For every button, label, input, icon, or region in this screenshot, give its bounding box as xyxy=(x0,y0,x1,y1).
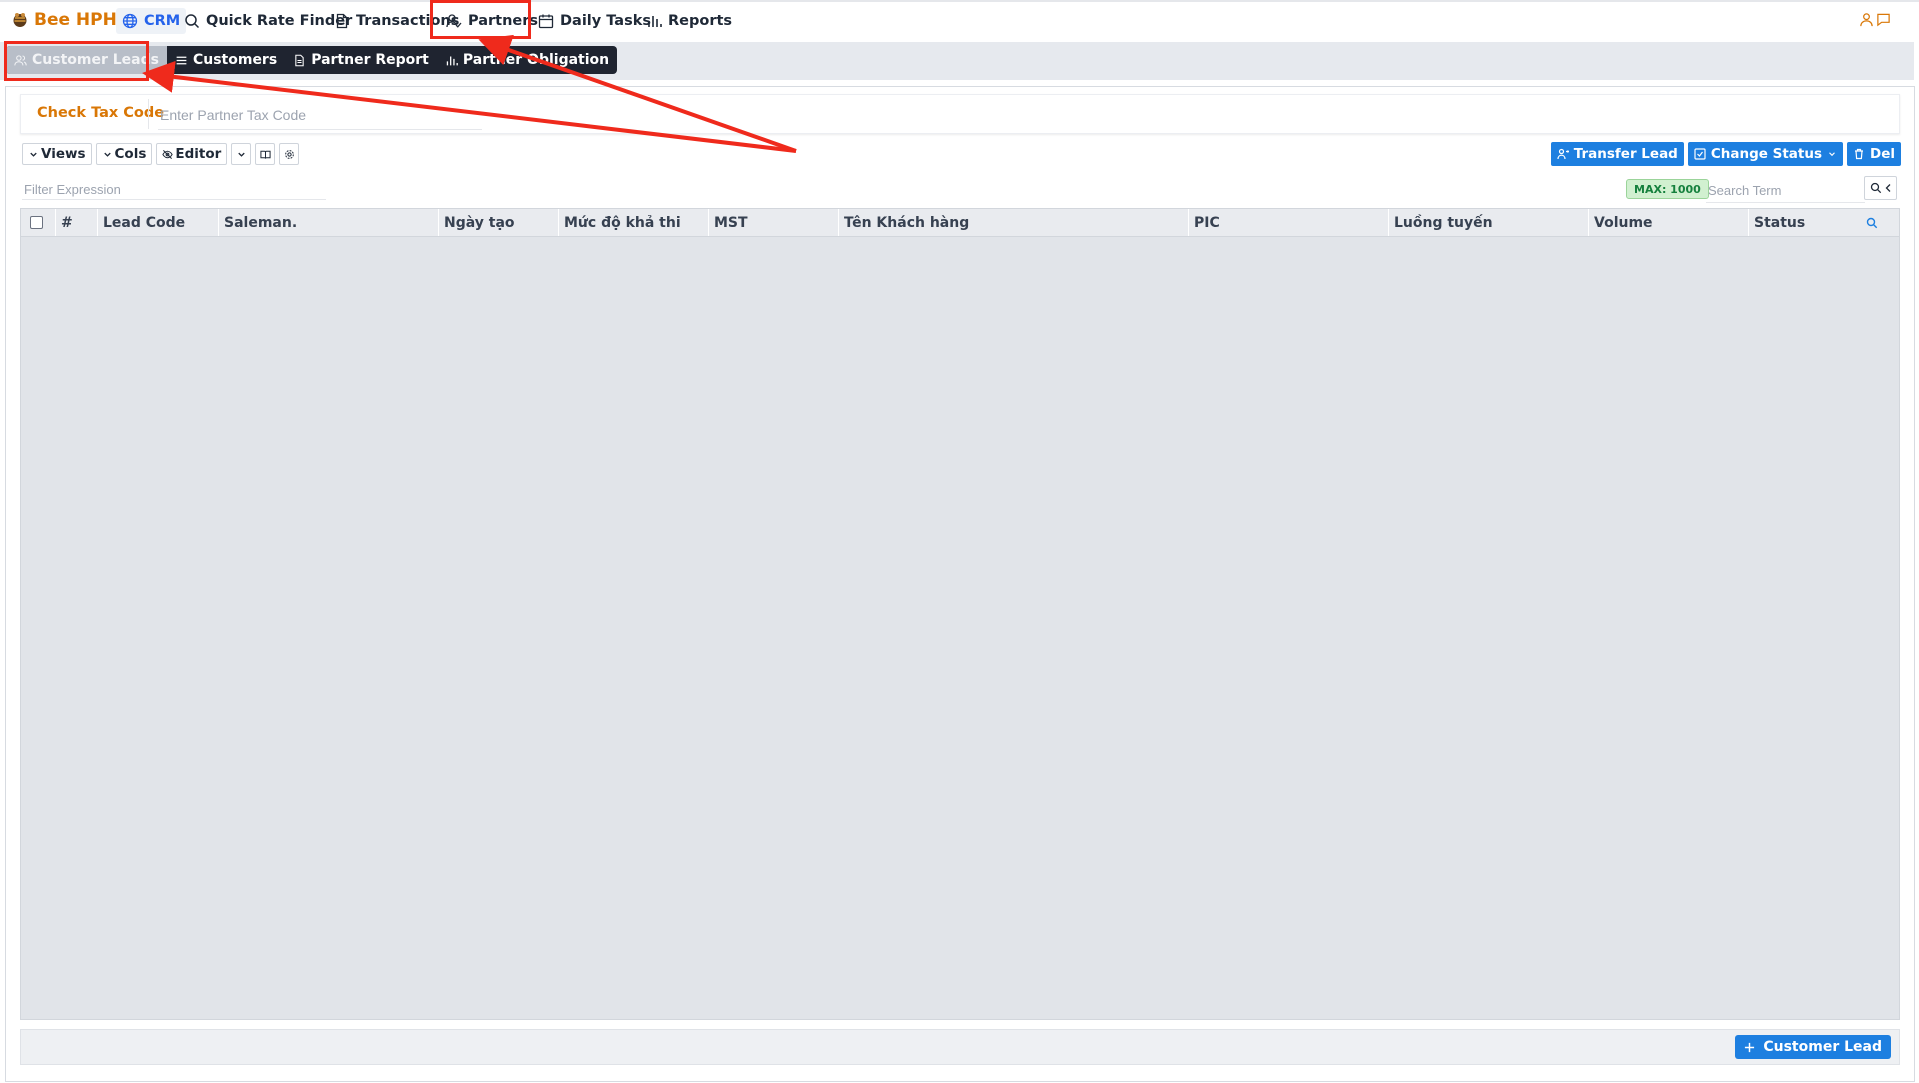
chevron-down-icon xyxy=(1829,152,1835,157)
change-status-button[interactable]: Change Status xyxy=(1687,142,1843,166)
chevron-down-icon xyxy=(238,152,245,157)
tab-customer-leads-label: Customer Leads xyxy=(32,52,159,68)
search-term-input[interactable] xyxy=(1706,178,1865,203)
select-all-checkbox[interactable] xyxy=(30,216,43,229)
column-header[interactable]: Volume xyxy=(1588,209,1748,236)
top-navbar: Bee HPH CRM Quick Rate Finder Transactio… xyxy=(0,0,1919,40)
chat-icon[interactable] xyxy=(1876,12,1891,27)
nav-daily-tasks[interactable]: Daily Tasks xyxy=(532,8,657,34)
column-header[interactable]: Status xyxy=(1748,209,1858,236)
tab-customers[interactable]: Customers xyxy=(167,46,285,74)
search-icon[interactable] xyxy=(1866,217,1878,229)
settings-button[interactable] xyxy=(279,143,300,165)
cols-button[interactable]: Cols xyxy=(95,143,153,165)
plus-icon xyxy=(1745,1042,1755,1052)
nav-partners-label: Partners xyxy=(468,13,539,29)
column-header[interactable]: # xyxy=(55,209,95,236)
trash-icon xyxy=(1855,148,1863,160)
delete-button[interactable]: Del xyxy=(1847,142,1901,166)
tab-customer-leads[interactable]: Customer Leads xyxy=(6,46,167,74)
book-button[interactable] xyxy=(255,143,276,165)
more-dropdown-button[interactable] xyxy=(231,143,252,165)
transfer-lead-label: Transfer Lead xyxy=(1573,146,1678,162)
editor-button-label: Editor xyxy=(175,146,222,162)
nav-crm-label: CRM xyxy=(144,13,181,29)
transfer-lead-button[interactable]: Transfer Lead xyxy=(1550,142,1684,166)
max-records-badge: MAX: 1000 xyxy=(1626,179,1709,199)
column-header[interactable]: Lead Code xyxy=(97,209,217,236)
check-tax-code-button[interactable]: Check Tax Code xyxy=(37,105,164,121)
column-search-cell xyxy=(1861,209,1895,236)
bar-chart-icon xyxy=(648,16,662,27)
app-brand[interactable]: Bee HPH xyxy=(12,10,117,30)
check-square-icon xyxy=(1694,148,1706,160)
list-icon xyxy=(176,56,187,64)
grid-actions: Transfer Lead Change Status Del xyxy=(1550,142,1901,166)
customer-leads-grid: # Lead Code Saleman. Ngày tạo Mức độ khả… xyxy=(20,208,1900,1020)
editor-button[interactable]: Editor xyxy=(156,143,228,165)
globe-icon xyxy=(122,13,138,29)
grid-toolbar: Views Cols Editor xyxy=(22,143,300,165)
search-icon xyxy=(1870,182,1881,194)
users-icon xyxy=(14,54,27,65)
search-button[interactable] xyxy=(1864,176,1897,200)
chevron-down-icon xyxy=(30,152,37,157)
divider xyxy=(148,99,149,129)
document-icon xyxy=(336,13,348,29)
column-header[interactable]: PIC xyxy=(1188,209,1388,236)
user-transfer-icon xyxy=(1557,148,1569,160)
add-customer-lead-label: Customer Lead xyxy=(1763,1039,1882,1055)
eye-off-icon xyxy=(162,149,174,159)
app-name: Bee HPH xyxy=(34,10,117,30)
report-icon xyxy=(295,54,304,66)
partner-tax-code-input[interactable] xyxy=(158,100,482,130)
select-all-cell xyxy=(21,209,55,236)
tab-partner-report-label: Partner Report xyxy=(311,52,429,68)
bar-chart-icon xyxy=(446,55,458,65)
bee-logo-icon xyxy=(13,13,27,27)
tab-partner-report[interactable]: Partner Report xyxy=(285,46,437,74)
user-icon[interactable] xyxy=(1859,12,1874,27)
calendar-icon xyxy=(538,14,554,29)
tab-customers-label: Customers xyxy=(192,52,278,68)
search-icon xyxy=(185,14,200,29)
nav-partners[interactable]: Partners xyxy=(440,8,544,34)
column-header[interactable]: Saleman. xyxy=(218,209,438,236)
top-right-actions xyxy=(1859,12,1891,27)
grid-footer: Customer Lead xyxy=(20,1029,1900,1065)
chevron-left-icon xyxy=(1885,184,1890,192)
grid-header: # Lead Code Saleman. Ngày tạo Mức độ khả… xyxy=(21,209,1899,237)
cols-button-label: Cols xyxy=(114,146,147,162)
partners-subnav: Customer Leads Customers Partner Report … xyxy=(6,46,618,74)
book-icon xyxy=(260,150,271,159)
filter-expression-input[interactable] xyxy=(22,179,326,200)
gear-icon xyxy=(284,149,294,159)
tab-partner-obligation[interactable]: Partner Obligation xyxy=(437,46,617,74)
column-header[interactable]: Mức độ khả thi xyxy=(558,209,708,236)
nav-crm[interactable]: CRM xyxy=(116,8,187,34)
column-header[interactable]: Luồng tuyến xyxy=(1388,209,1588,236)
views-button[interactable]: Views xyxy=(22,143,92,165)
column-header[interactable]: MST xyxy=(708,209,838,236)
change-status-label: Change Status xyxy=(1710,146,1822,162)
views-button-label: Views xyxy=(41,146,86,162)
nav-daily-tasks-label: Daily Tasks xyxy=(560,13,651,29)
nav-reports[interactable]: Reports xyxy=(640,8,738,34)
nav-reports-label: Reports xyxy=(668,13,733,29)
user-check-icon xyxy=(446,14,462,28)
delete-label: Del xyxy=(1870,146,1895,162)
column-header[interactable]: Ngày tạo xyxy=(438,209,556,236)
column-header[interactable]: Tên Khách hàng xyxy=(838,209,1188,236)
add-customer-lead-button[interactable]: Customer Lead xyxy=(1735,1035,1891,1059)
tab-partner-obligation-label: Partner Obligation xyxy=(462,52,610,68)
tax-code-check-bar: Check Tax Code xyxy=(20,94,1900,134)
chevron-down-icon xyxy=(103,152,111,157)
